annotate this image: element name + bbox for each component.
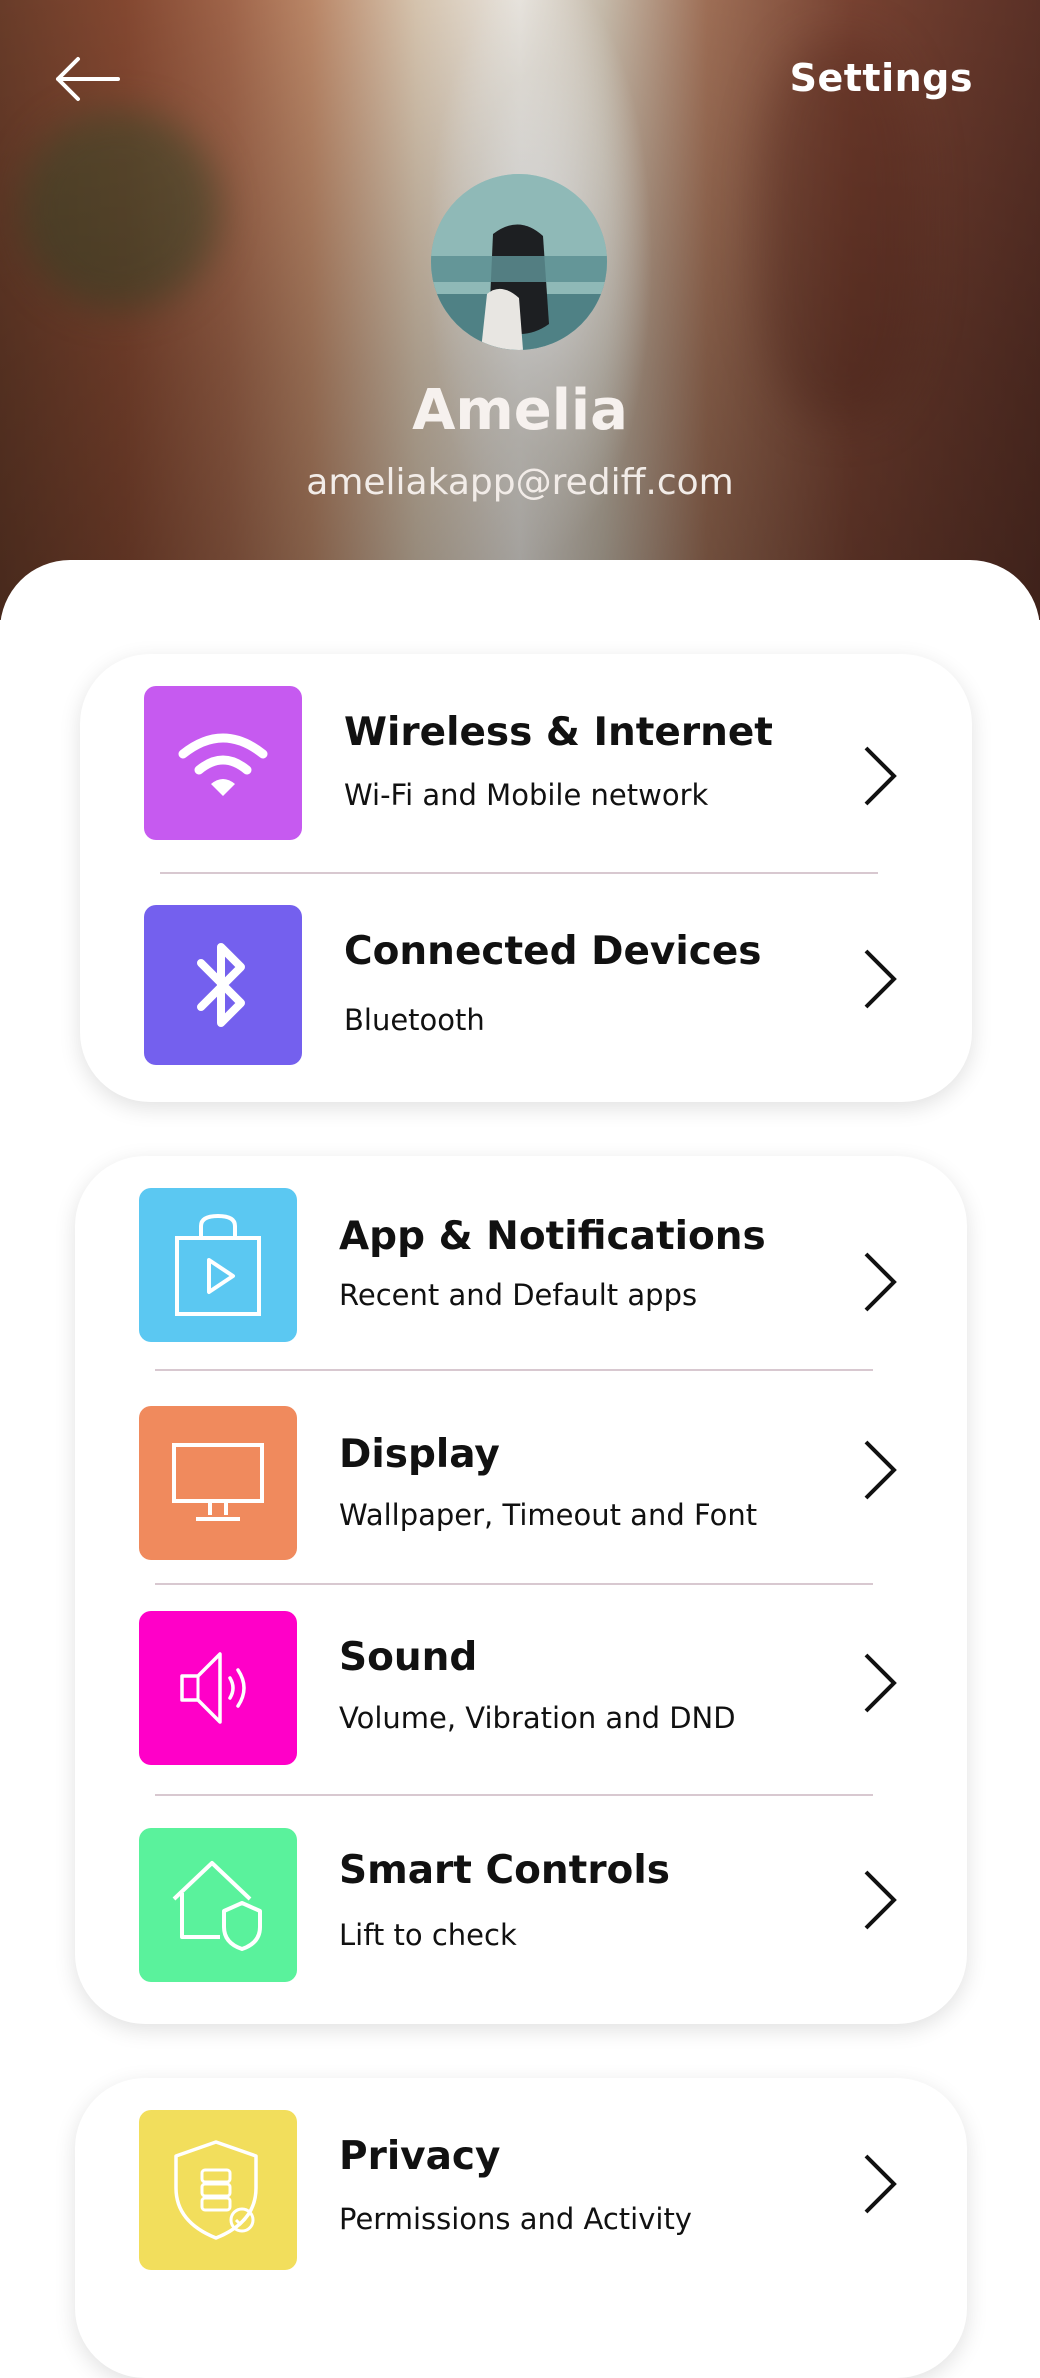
profile-name: Amelia [412,378,628,443]
settings-item-sound[interactable]: Sound Volume, Vibration and DND [75,1611,967,1771]
bluetooth-tile [144,905,302,1065]
settings-item-connected-devices[interactable]: Connected Devices Bluetooth [80,905,972,1065]
settings-item-subtitle: Recent and Default apps [339,1278,698,1312]
settings-item-title: App & Notifications [339,1214,766,1259]
apps-tile [139,1188,297,1342]
settings-item-apps[interactable]: App & Notifications Recent and Default a… [75,1188,967,1348]
settings-item-smart-controls[interactable]: Smart Controls Lift to check [75,1828,967,1988]
settings-item-title: Privacy [339,2134,501,2179]
sound-tile [139,1611,297,1765]
settings-group-connectivity: Wireless & Internet Wi-Fi and Mobile net… [80,654,972,1102]
profile-header: Settings Amelia ameliakapp@rediff.com [0,0,1040,620]
wifi-icon [178,733,268,796]
settings-item-title: Connected Devices [344,929,762,974]
settings-item-subtitle: Wi-Fi and Mobile network [344,778,709,812]
divider [160,872,878,874]
settings-item-title: Wireless & Internet [344,710,773,755]
settings-group-privacy: Privacy Permissions and Activity [75,2078,967,2378]
settings-item-subtitle: Wallpaper, Timeout and Font [339,1498,758,1532]
home-shield-icon [172,1861,262,1951]
shopping-bag-play-icon [175,1213,261,1316]
settings-item-subtitle: Bluetooth [344,1003,485,1037]
page-title: Settings [789,56,973,100]
settings-item-display[interactable]: Display Wallpaper, Timeout and Font [75,1406,967,1566]
settings-item-privacy[interactable]: Privacy Permissions and Activity [75,2110,967,2270]
back-button[interactable] [52,52,122,106]
display-tile [139,1406,297,1560]
settings-item-title: Smart Controls [339,1848,670,1893]
settings-item-subtitle: Volume, Vibration and DND [339,1701,736,1735]
chevron-right-icon [864,1870,897,1930]
smart-controls-tile [139,1828,297,1982]
avatar[interactable] [431,174,607,350]
speaker-icon [180,1652,246,1724]
chevron-right-icon [864,1653,897,1713]
avatar-image [431,174,607,350]
chevron-right-icon [864,949,897,1009]
divider [155,1369,873,1371]
settings-item-subtitle: Lift to check [339,1918,517,1952]
chevron-right-icon [864,1252,897,1312]
settings-item-title: Display [339,1432,500,1477]
chevron-right-icon [864,746,897,806]
wireless-tile [144,686,302,840]
settings-item-wireless[interactable]: Wireless & Internet Wi-Fi and Mobile net… [80,686,972,846]
arrow-left-icon [56,57,120,101]
profile-email: ameliakapp@rediff.com [306,462,734,503]
chevron-right-icon [864,1440,897,1500]
bluetooth-icon [197,943,245,1027]
monitor-icon [172,1443,264,1521]
settings-item-subtitle: Permissions and Activity [339,2202,692,2236]
shield-check-icon [174,2140,258,2240]
chevron-right-icon [864,2154,897,2214]
divider [155,1583,873,1585]
settings-item-title: Sound [339,1635,478,1680]
settings-group-device: App & Notifications Recent and Default a… [75,1156,967,2024]
privacy-tile [139,2110,297,2270]
divider [155,1794,873,1796]
